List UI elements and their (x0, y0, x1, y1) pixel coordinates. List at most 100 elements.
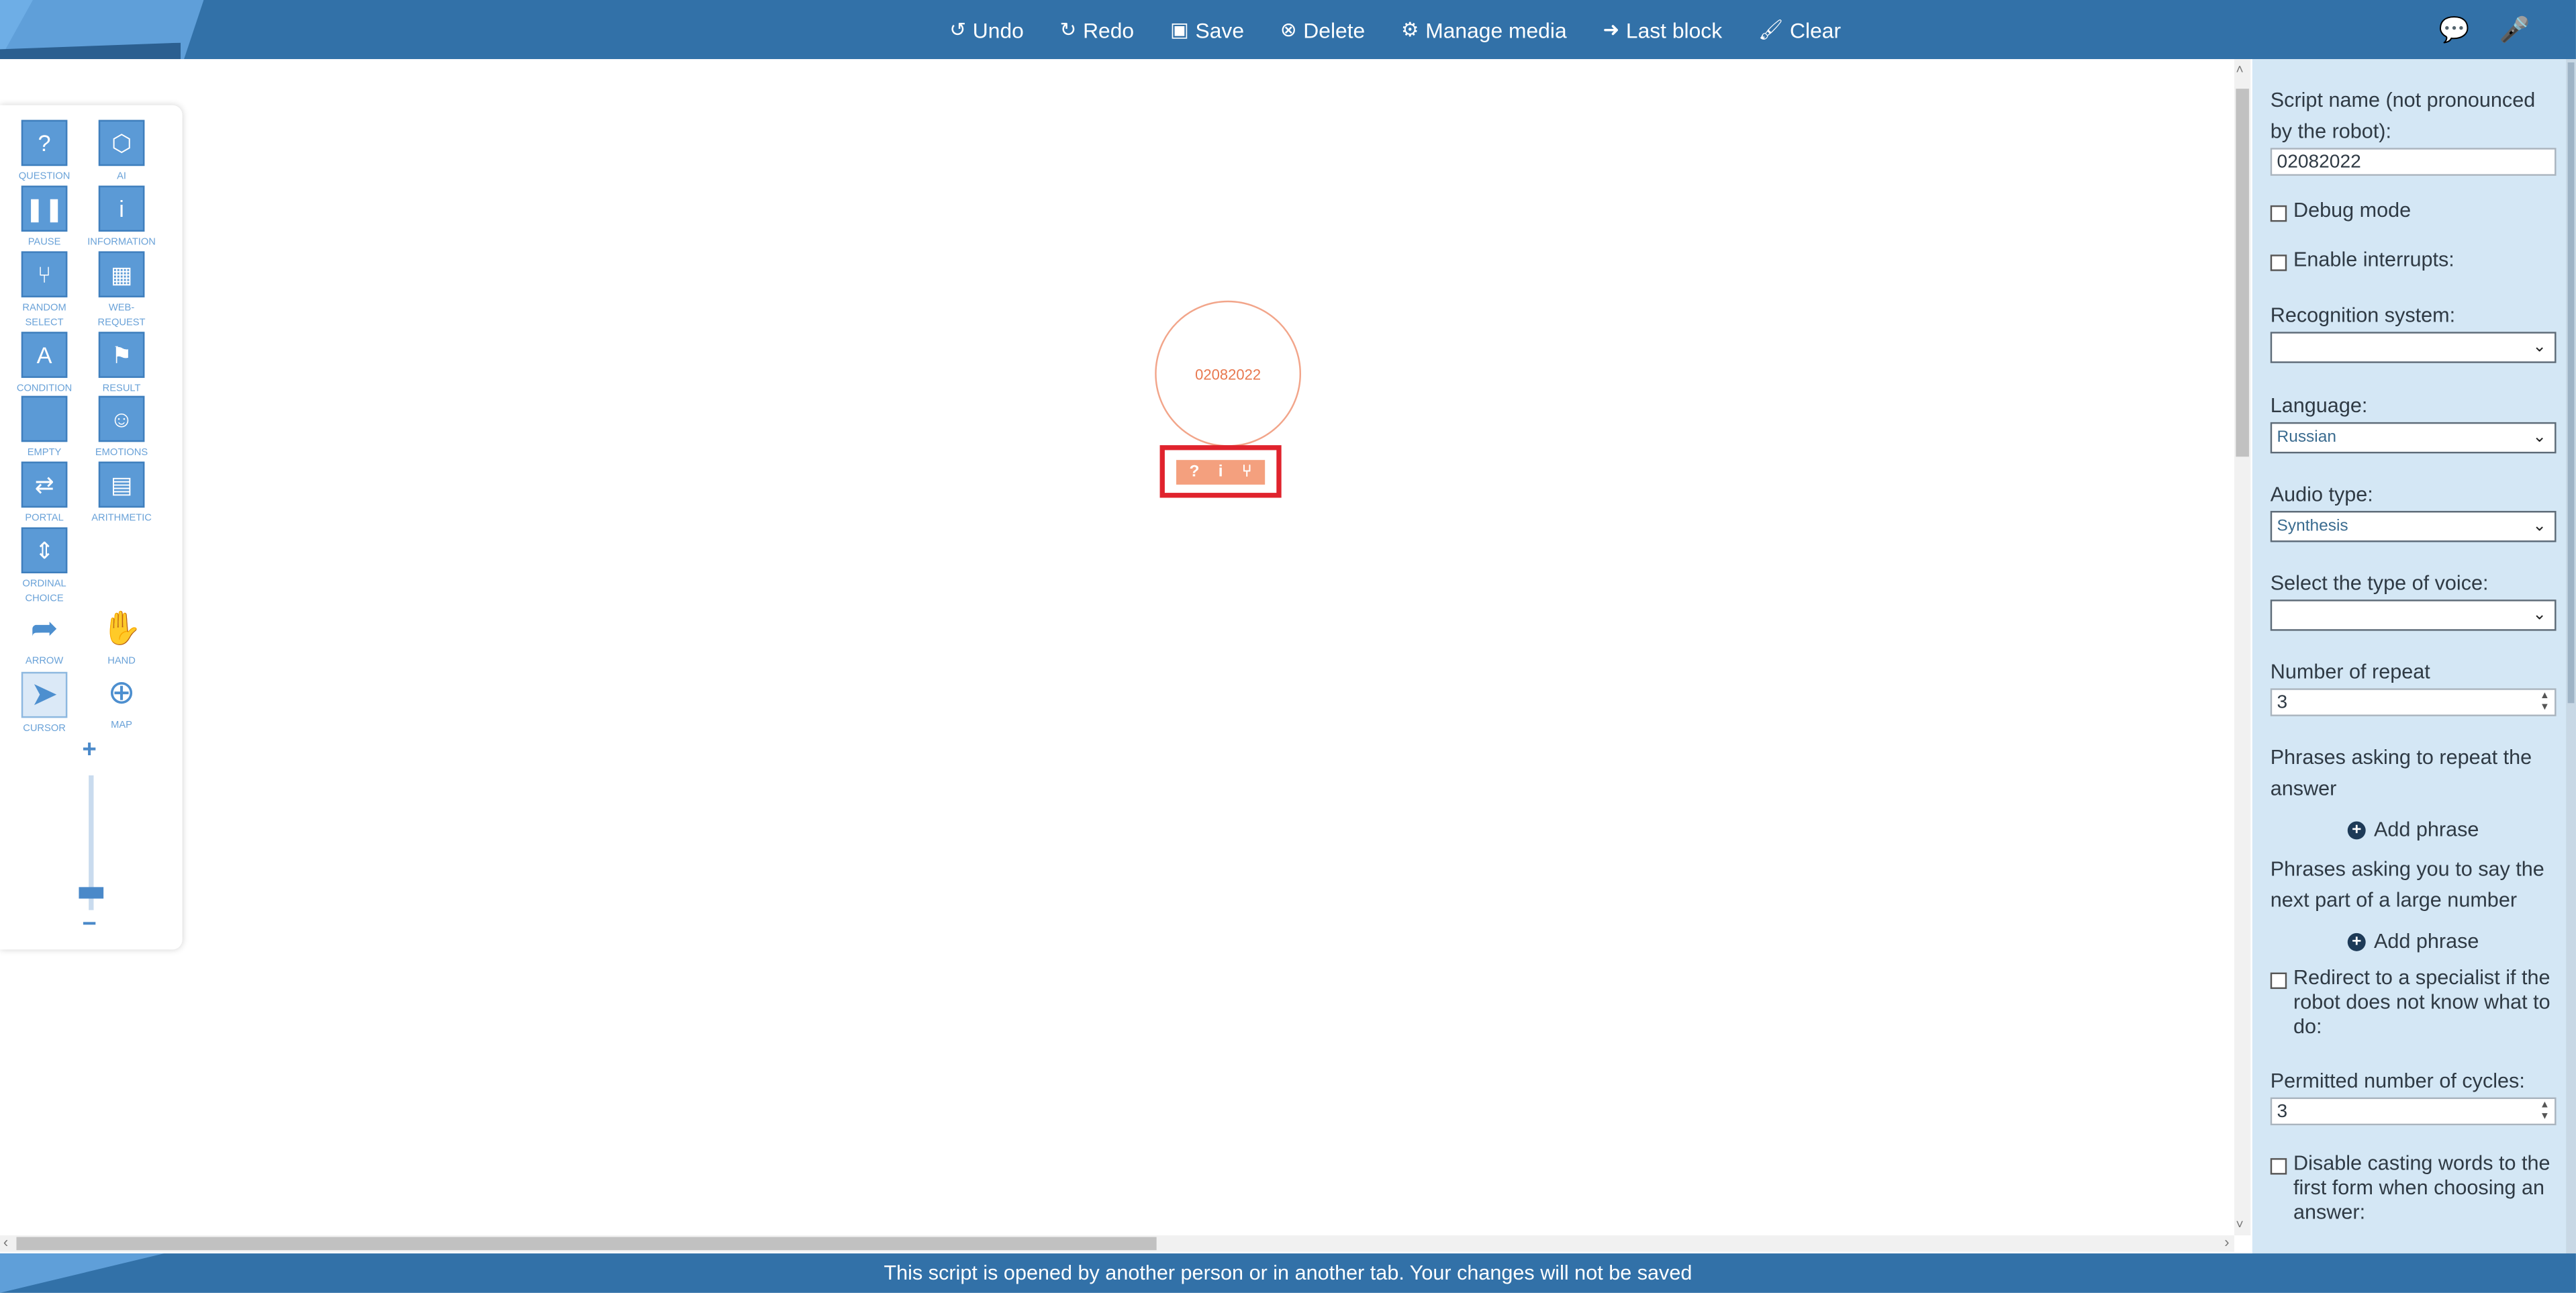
permitted-cycles-input[interactable]: 3 ▲ ▼ (2270, 1097, 2557, 1126)
phrases-repeat-label: Phrases asking to repeat the answer (2270, 745, 2532, 800)
zoom-in-button[interactable]: + (82, 736, 96, 764)
horizontal-scroll-thumb[interactable] (16, 1237, 1157, 1251)
redirect-specialist-label: Redirect to a specialist if the robot do… (2293, 965, 2550, 1039)
condition-icon: A (21, 332, 68, 378)
redirect-specialist-option[interactable]: Redirect to a specialist if the robot do… (2270, 965, 2557, 1040)
tool-label: AI (117, 172, 126, 183)
tool-portal[interactable]: ⇄ PORTAL (8, 461, 81, 528)
hand-icon: ✋ (101, 611, 142, 648)
horizontal-scrollbar[interactable]: ‹ › (0, 1234, 2234, 1252)
up-down-icon: ⇕ (21, 527, 68, 574)
voice-type-select[interactable]: ⌄ (2270, 600, 2557, 631)
pause-icon: ❚❚ (21, 185, 68, 232)
top-right-actions: 💬 🎤 (2439, 15, 2530, 44)
audio-type-label: Audio type: (2270, 483, 2373, 506)
add-information-icon[interactable]: i (1208, 463, 1234, 481)
status-bar: This script is opened by another person … (0, 1253, 2576, 1293)
cursor-icon: ➤ (21, 671, 68, 718)
recognition-system-select[interactable]: ⌄ (2270, 332, 2557, 363)
undo-icon: ↺ (949, 17, 966, 42)
permitted-cycles-label: Permitted number of cycles: (2270, 1069, 2525, 1093)
disable-casting-option[interactable]: Disable casting words to the first form … (2270, 1151, 2557, 1225)
delete-button[interactable]: ⊗ Delete (1280, 17, 1365, 42)
vertical-scroll-thumb[interactable] (2236, 89, 2249, 457)
tool-ai[interactable]: ⬡ AI (85, 119, 158, 186)
enable-interrupts-option[interactable]: Enable interrupts: (2270, 248, 2557, 271)
disable-casting-label: Disable casting words to the first form … (2293, 1151, 2550, 1225)
scroll-up-icon[interactable]: ˄ (2236, 62, 2243, 77)
redo-label: Redo (1083, 17, 1135, 42)
zoom-slider-handle[interactable] (79, 887, 104, 899)
add-question-icon[interactable]: ? (1181, 463, 1207, 481)
number-of-repeat-label: Number of repeat (2270, 660, 2430, 683)
enable-interrupts-checkbox[interactable] (2270, 254, 2287, 271)
chevron-down-icon: ⌄ (2532, 517, 2546, 536)
manage-media-button[interactable]: ⚙ Manage media (1401, 17, 1567, 42)
tool-information[interactable]: i INFORMATION (85, 185, 158, 252)
zoom-out-button[interactable]: − (82, 910, 96, 939)
microphone-icon[interactable]: 🎤 (2499, 15, 2530, 44)
audio-type-select[interactable]: Synthesis ⌄ (2270, 511, 2557, 542)
number-of-repeat-input[interactable]: 3 ▲ ▼ (2270, 688, 2557, 716)
tool-condition[interactable]: A CONDITION (8, 332, 81, 397)
settings-panel-scrollbar[interactable] (2566, 59, 2576, 1254)
last-block-button[interactable]: ➜ Last block (1603, 17, 1722, 42)
editor-canvas[interactable] (0, 59, 2252, 1254)
tool-ordinal-choice[interactable]: ⇕ ORDINAL CHOICE (8, 527, 81, 608)
exchange-icon: ⇄ (21, 461, 68, 508)
number-of-repeat-value: 3 (2277, 693, 2288, 713)
debug-mode-checkbox[interactable] (2270, 205, 2287, 222)
vertical-scrollbar[interactable]: ˄ ˅ (2234, 59, 2251, 1236)
script-name-input[interactable]: 02082022 (2270, 148, 2557, 176)
add-phrase-repeat-button[interactable]: + Add phrase (2271, 818, 2557, 841)
tool-emotions[interactable]: ☺ EMOTIONS (85, 395, 158, 462)
disable-casting-checkbox[interactable] (2270, 1158, 2287, 1175)
chat-icon[interactable]: 💬 (2439, 15, 2470, 44)
permitted-cycles-value: 3 (2277, 1102, 2288, 1122)
tool-web-request[interactable]: ▦ WEB-REQUEST (85, 251, 158, 332)
node-add-block-toolbar: ? i ⑂ (1159, 445, 1282, 498)
stepper-icon[interactable]: ▲ ▼ (2540, 1100, 2550, 1123)
tool-question[interactable]: ? QUESTION (8, 119, 81, 186)
ai-icon: ⬡ (98, 119, 145, 166)
scroll-down-icon[interactable]: ˅ (2236, 1217, 2243, 1232)
flag-icon: ⚑ (98, 332, 145, 378)
tool-hand[interactable]: ✋ HAND (85, 608, 158, 670)
tool-arithmetic[interactable]: ▤ ARITHMETIC (85, 461, 158, 528)
undo-button[interactable]: ↺ Undo (949, 17, 1023, 42)
script-start-node[interactable]: 02082022 (1155, 300, 1302, 447)
tool-result[interactable]: ⚑ RESULT (85, 332, 158, 397)
question-icon: ? (21, 119, 68, 166)
last-block-label: Last block (1625, 17, 1723, 42)
save-label: Save (1195, 17, 1245, 42)
settings-panel-scroll-thumb[interactable] (2567, 62, 2575, 704)
tool-empty[interactable]: EMPTY (8, 395, 81, 462)
add-phrase-next-part-button[interactable]: + Add phrase (2271, 930, 2557, 953)
gear-icon: ⚙ (1401, 17, 1419, 42)
scroll-right-icon[interactable]: › (2224, 1234, 2229, 1250)
tool-map[interactable]: ⊕ MAP (85, 672, 158, 734)
tool-random-select[interactable]: ⑂ RANDOM SELECT (8, 251, 81, 332)
redo-button[interactable]: ↻ Redo (1060, 17, 1134, 42)
language-select[interactable]: Russian ⌄ (2270, 422, 2557, 454)
tool-arrow[interactable]: ➦ ARROW (8, 608, 81, 670)
tool-pause[interactable]: ❚❚ PAUSE (8, 185, 81, 252)
empty-icon (21, 395, 68, 442)
grid-icon: ▦ (98, 251, 145, 297)
tool-label: INFORMATION (87, 238, 156, 248)
node-tools-strip: ? i ⑂ (1176, 459, 1266, 484)
tool-label: ARITHMETIC (91, 514, 152, 524)
stepper-icon[interactable]: ▲ ▼ (2540, 691, 2550, 714)
add-random-select-icon[interactable]: ⑂ (1234, 463, 1260, 481)
clear-button[interactable]: 🖌 Clear (1758, 17, 1841, 42)
plus-circle-icon: + (2347, 932, 2366, 951)
save-button[interactable]: ▣ Save (1170, 17, 1244, 42)
tool-label: EMOTIONS (95, 448, 148, 459)
debug-mode-option[interactable]: Debug mode (2270, 199, 2557, 222)
redirect-specialist-checkbox[interactable] (2270, 972, 2287, 990)
scroll-left-icon[interactable]: ‹ (3, 1234, 8, 1250)
chevron-down-icon: ⌄ (2532, 338, 2546, 356)
zoom-map-icon: ⊕ (107, 675, 136, 712)
tool-label: MAP (111, 721, 132, 731)
tool-cursor[interactable]: ➤ CURSOR (8, 671, 81, 738)
